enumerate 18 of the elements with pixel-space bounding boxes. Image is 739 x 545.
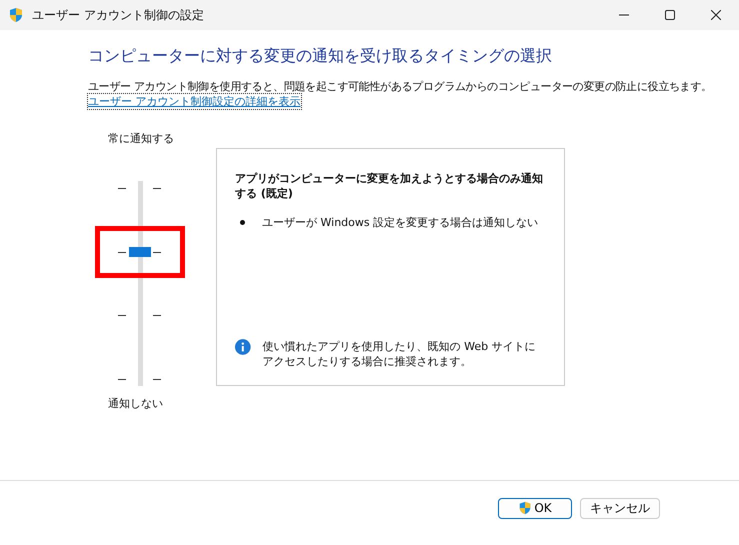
- details-link[interactable]: ユーザー アカウント制御設定の詳細を表示: [88, 94, 300, 109]
- cancel-button[interactable]: キャンセル: [580, 498, 660, 518]
- maximize-icon[interactable]: [665, 10, 675, 20]
- slider-thumb[interactable]: [129, 247, 151, 258]
- note-text: 使い慣れたアプリを使用したり、既知の Web サイトにアクセスしたりする場合に推奨されます。: [262, 339, 537, 369]
- window-title: ユーザー アカウント制御の設定: [32, 6, 204, 24]
- description: ユーザー アカウント制御を使用すると、問題を起こす可能性があるプログラムからのコンピューターの変更の防止に役立ちます。: [88, 79, 713, 94]
- close-icon[interactable]: [711, 10, 721, 20]
- ok-button[interactable]: OK: [498, 498, 572, 518]
- level-title: アプリがコンピューターに変更を加えようとする場合のみ通知する (既定): [235, 171, 544, 201]
- slider-top-label: 常に通知する: [108, 131, 174, 146]
- info-icon: [235, 339, 251, 355]
- shield-icon: [8, 7, 24, 23]
- slider-bottom-label: 通知しない: [108, 396, 163, 411]
- bullet-text: ユーザーが Windows 設定を変更する場合は通知しない: [262, 215, 538, 230]
- shield-icon: [518, 501, 532, 515]
- bullet-icon: [240, 220, 245, 225]
- heading: コンピューターに対する変更の通知を受け取るタイミングの選択: [88, 46, 553, 67]
